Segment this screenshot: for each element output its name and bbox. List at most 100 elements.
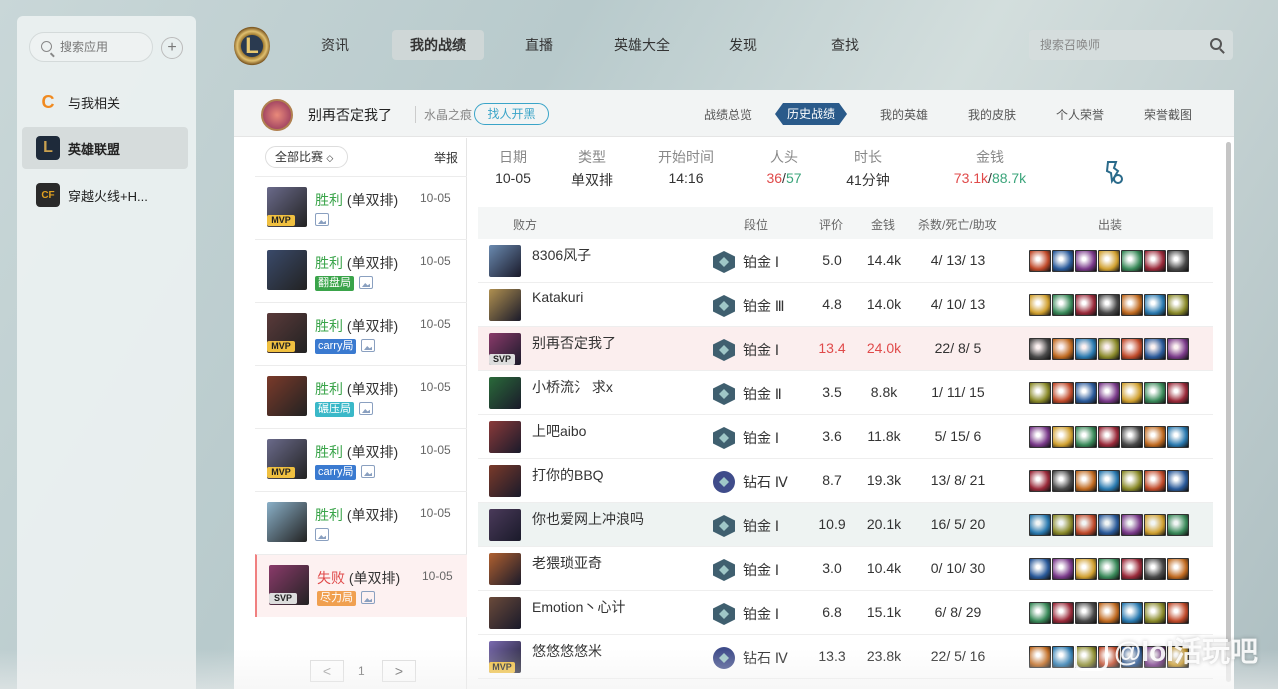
- item-icon[interactable]: [1121, 514, 1143, 536]
- item-icon[interactable]: [1075, 294, 1097, 316]
- tab-my-record[interactable]: 我的战绩: [392, 30, 484, 60]
- item-icon[interactable]: [1075, 250, 1097, 272]
- find-team-button[interactable]: 找人开黑: [474, 103, 549, 125]
- item-icon[interactable]: [1144, 470, 1166, 492]
- player-name[interactable]: 打你的BBQ: [532, 465, 604, 485]
- item-icon[interactable]: [1121, 294, 1143, 316]
- player-name[interactable]: 你也爱网上冲浪吗: [532, 509, 644, 529]
- avatar[interactable]: [261, 99, 293, 131]
- item-icon[interactable]: [1029, 294, 1051, 316]
- item-icon[interactable]: [1167, 382, 1189, 404]
- screenshot-icon[interactable]: [361, 339, 375, 352]
- item-icon[interactable]: [1029, 338, 1051, 360]
- subtab-heroes[interactable]: 我的英雄: [880, 106, 928, 123]
- item-icon[interactable]: [1098, 382, 1120, 404]
- item-icon[interactable]: [1167, 250, 1189, 272]
- table-row[interactable]: 打你的BBQ 钻石 Ⅳ 8.7 19.3k 13/ 8/ 21: [478, 459, 1213, 503]
- match-filter-select[interactable]: 全部比赛 ◇: [265, 146, 348, 168]
- screenshot-icon[interactable]: [315, 528, 329, 541]
- item-icon[interactable]: [1075, 558, 1097, 580]
- item-icon[interactable]: [1144, 514, 1166, 536]
- item-icon[interactable]: [1144, 382, 1166, 404]
- item-icon[interactable]: [1075, 382, 1097, 404]
- item-icon[interactable]: [1167, 514, 1189, 536]
- sidebar-item-related[interactable]: C 与我相关: [22, 81, 188, 123]
- tab-search[interactable]: 查找: [816, 30, 874, 60]
- player-name[interactable]: 上吧aibo: [532, 421, 586, 441]
- item-icon[interactable]: [1029, 250, 1051, 272]
- item-icon[interactable]: [1029, 426, 1051, 448]
- item-icon[interactable]: [1167, 294, 1189, 316]
- item-icon[interactable]: [1167, 426, 1189, 448]
- item-icon[interactable]: [1052, 470, 1074, 492]
- table-row[interactable]: 8306风子 铂金 Ⅰ 5.0 14.4k 4/ 13/ 13: [478, 239, 1213, 283]
- search-icon[interactable]: [1210, 38, 1222, 50]
- item-icon[interactable]: [1052, 338, 1074, 360]
- subtab-overview[interactable]: 战绩总览: [704, 106, 752, 123]
- item-icon[interactable]: [1029, 558, 1051, 580]
- player-name[interactable]: 老猥琐亚奇: [532, 553, 602, 573]
- game-list-item[interactable]: MVP 胜利 (单双排) 10-05: [255, 176, 467, 239]
- report-link[interactable]: 举报: [434, 149, 458, 166]
- sidebar-item-crossfire[interactable]: CF 穿越火线+H...: [22, 174, 188, 216]
- tab-live[interactable]: 直播: [510, 30, 568, 60]
- item-icon[interactable]: [1167, 558, 1189, 580]
- player-name[interactable]: 小桥流氵 求x: [532, 377, 613, 397]
- item-icon[interactable]: [1052, 558, 1074, 580]
- item-icon[interactable]: [1167, 602, 1189, 624]
- item-icon[interactable]: [1098, 514, 1120, 536]
- item-icon[interactable]: [1167, 470, 1189, 492]
- item-icon[interactable]: [1098, 470, 1120, 492]
- screenshot-icon[interactable]: [359, 276, 373, 289]
- table-row[interactable]: 上吧aibo 铂金 Ⅰ 3.6 11.8k 5/ 15/ 6: [478, 415, 1213, 459]
- game-list-item[interactable]: 胜利 (单双排) 10-05: [255, 491, 467, 554]
- item-icon[interactable]: [1075, 470, 1097, 492]
- add-app-button[interactable]: +: [161, 37, 183, 59]
- item-icon[interactable]: [1098, 250, 1120, 272]
- table-row[interactable]: Emotion丶心计 铂金 Ⅰ 6.8 15.1k 6/ 8/ 29: [478, 591, 1213, 635]
- game-list-item[interactable]: 胜利 (单双排) 10-05 碾压局: [255, 365, 467, 428]
- tab-heroes[interactable]: 英雄大全: [604, 30, 680, 60]
- screenshot-icon[interactable]: [361, 465, 375, 478]
- player-name[interactable]: 8306风子: [532, 245, 591, 265]
- item-icon[interactable]: [1121, 250, 1143, 272]
- item-icon[interactable]: [1075, 514, 1097, 536]
- table-row[interactable]: 小桥流氵 求x 铂金 Ⅱ 3.5 8.8k 1/ 11/ 15: [478, 371, 1213, 415]
- tab-discover[interactable]: 发现: [714, 30, 772, 60]
- item-icon[interactable]: [1029, 382, 1051, 404]
- item-icon[interactable]: [1052, 426, 1074, 448]
- item-icon[interactable]: [1144, 602, 1166, 624]
- item-icon[interactable]: [1052, 382, 1074, 404]
- item-icon[interactable]: [1121, 382, 1143, 404]
- item-icon[interactable]: [1098, 558, 1120, 580]
- item-icon[interactable]: [1098, 294, 1120, 316]
- item-icon[interactable]: [1075, 602, 1097, 624]
- item-icon[interactable]: [1029, 514, 1051, 536]
- share-icon[interactable]: [1102, 159, 1124, 185]
- table-row[interactable]: SVP 别再否定我了 铂金 Ⅰ 13.4 24.0k 22/ 8/ 5: [478, 327, 1213, 371]
- item-icon[interactable]: [1144, 294, 1166, 316]
- item-icon[interactable]: [1121, 426, 1143, 448]
- screenshot-icon[interactable]: [361, 591, 375, 604]
- item-icon[interactable]: [1121, 602, 1143, 624]
- sidebar-item-lol[interactable]: L 英雄联盟: [22, 127, 188, 169]
- item-icon[interactable]: [1144, 426, 1166, 448]
- item-icon[interactable]: [1144, 338, 1166, 360]
- subtab-screenshots[interactable]: 荣誉截图: [1144, 106, 1192, 123]
- item-icon[interactable]: [1029, 470, 1051, 492]
- scrollbar[interactable]: [1226, 142, 1231, 682]
- item-icon[interactable]: [1098, 602, 1120, 624]
- subtab-history[interactable]: 历史战绩: [775, 103, 847, 125]
- screenshot-icon[interactable]: [315, 213, 329, 226]
- tab-news[interactable]: 资讯: [306, 30, 364, 60]
- table-row[interactable]: 老猥琐亚奇 铂金 Ⅰ 3.0 10.4k 0/ 10/ 30: [478, 547, 1213, 591]
- item-icon[interactable]: [1144, 558, 1166, 580]
- table-row[interactable]: Katakuri 铂金 Ⅲ 4.8 14.0k 4/ 10/ 13: [478, 283, 1213, 327]
- game-list-item[interactable]: MVP 胜利 (单双排) 10-05 carry局: [255, 302, 467, 365]
- game-list-item[interactable]: MVP 胜利 (单双排) 10-05 carry局: [255, 428, 467, 491]
- screenshot-icon[interactable]: [359, 402, 373, 415]
- player-name[interactable]: Emotion丶心计: [532, 597, 625, 617]
- item-icon[interactable]: [1052, 294, 1074, 316]
- item-icon[interactable]: [1121, 558, 1143, 580]
- player-name[interactable]: 别再否定我了: [532, 333, 616, 353]
